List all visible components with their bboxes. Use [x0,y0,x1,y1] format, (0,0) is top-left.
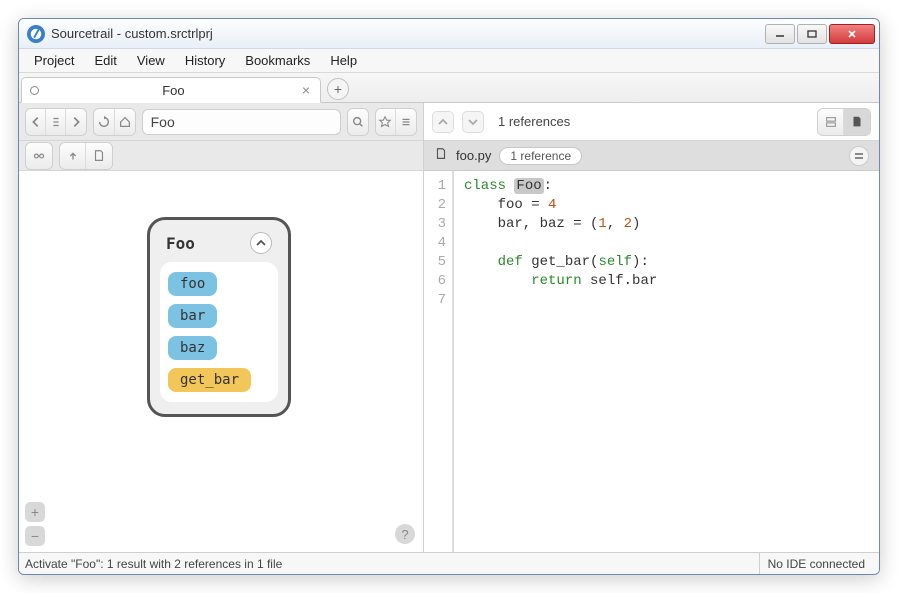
tab-foo[interactable]: Foo × [21,77,321,103]
status-bar: Activate "Foo": 1 result with 2 referenc… [19,552,879,574]
reference-bar: 1 references [424,103,879,141]
member-baz[interactable]: baz [168,336,217,360]
tab-status-icon [30,86,39,95]
member-foo[interactable]: foo [168,272,217,296]
window-title: Sourcetrail - custom.srctrlprj [51,26,765,41]
zoom-out-button[interactable]: − [25,526,45,546]
new-tab-button[interactable]: + [327,78,349,100]
menu-bookmarks[interactable]: Bookmarks [236,50,319,71]
view-file-button[interactable] [844,109,870,135]
menu-view[interactable]: View [128,50,174,71]
code-pane: 1 references foo.py 1 reference 1234567 [424,103,879,552]
class-node-foo[interactable]: Foo foo bar baz get_bar [147,217,291,417]
graph-pane: Foo foo bar baz get_bar + − [19,103,424,552]
zoom-in-button[interactable]: + [25,502,45,522]
titlebar: Sourcetrail - custom.srctrlprj [19,19,879,49]
graph-toolbar [19,141,423,171]
nav-back-button[interactable] [26,109,46,135]
file-reference-badge: 1 reference [499,147,582,165]
home-button[interactable] [115,109,135,135]
save-image-button[interactable] [86,143,112,169]
view-snippets-button[interactable] [818,109,844,135]
file-icon [434,147,448,164]
refresh-button[interactable] [94,109,114,135]
app-icon [27,25,45,43]
overview-button[interactable] [396,109,416,135]
export-button[interactable] [60,143,86,169]
file-header: foo.py 1 reference [424,141,879,171]
menu-edit[interactable]: Edit [85,50,125,71]
app-window: Sourcetrail - custom.srctrlprj Project E… [18,18,880,575]
close-button[interactable] [829,24,875,44]
tab-close-button[interactable]: × [300,82,312,98]
nav-forward-button[interactable] [66,109,86,135]
file-menu-button[interactable] [849,146,869,166]
content-area: Foo × + [19,73,879,574]
nav-history-button[interactable] [46,109,66,135]
next-reference-button[interactable] [462,111,484,133]
minimize-button[interactable] [765,24,795,44]
menu-project[interactable]: Project [25,50,83,71]
status-message: Activate "Foo": 1 result with 2 referenc… [25,557,282,571]
maximize-button[interactable] [797,24,827,44]
code-content: class Foo: foo = 4 bar, baz = (1, 2) def… [454,171,657,552]
nav-toolbar [19,103,423,141]
graph-canvas[interactable]: Foo foo bar baz get_bar + − [19,171,423,552]
search-button[interactable] [348,109,368,135]
collapse-button[interactable] [250,232,272,254]
graph-help-button[interactable]: ? [395,524,415,544]
class-node-title: Foo [166,234,195,253]
class-member-list: foo bar baz get_bar [160,262,278,402]
menu-history[interactable]: History [176,50,234,71]
line-gutter: 1234567 [424,171,454,552]
tabstrip: Foo × + [19,73,879,103]
tab-label: Foo [47,83,300,98]
menubar: Project Edit View History Bookmarks Help [19,49,879,73]
member-bar[interactable]: bar [168,304,217,328]
ide-status: No IDE connected [759,553,873,574]
file-name: foo.py [456,148,491,163]
zoom-controls: + − [25,502,45,546]
search-input[interactable] [142,109,341,135]
prev-reference-button[interactable] [432,111,454,133]
bookmark-button[interactable] [376,109,396,135]
reference-count: 1 references [498,114,570,129]
menu-help[interactable]: Help [321,50,366,71]
member-get-bar[interactable]: get_bar [168,368,251,392]
graph-mode-button[interactable] [26,143,52,169]
code-view[interactable]: 1234567 class Foo: foo = 4 bar, baz = (1… [424,171,879,552]
